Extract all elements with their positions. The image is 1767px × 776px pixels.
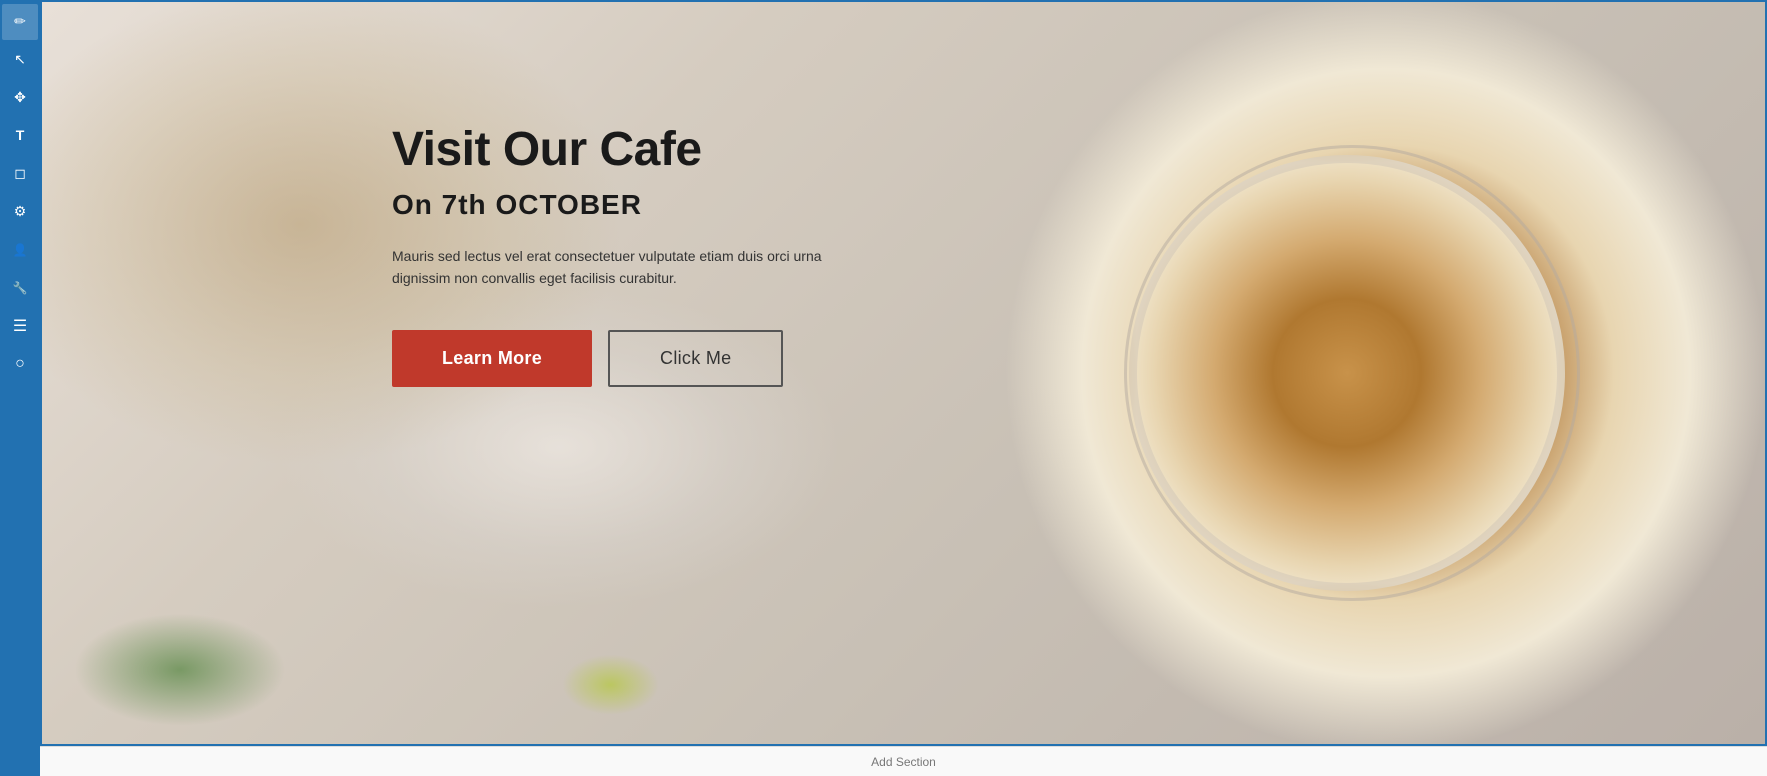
toolbar-item-user[interactable] [2,232,38,268]
hero-title: Visit Our Cafe [392,122,1765,177]
shape-icon [14,165,26,183]
hero-content: Visit Our Cafe On 7th OCTOBER Mauris sed… [42,2,1765,387]
toolbar-item-settings[interactable] [2,194,38,230]
main-content: Visit Our Cafe On 7th OCTOBER Mauris sed… [40,0,1767,776]
bottom-bar: Add Section [40,746,1767,776]
hero-buttons: Learn More Click Me [392,330,1765,387]
toolbar-item-text[interactable] [2,118,38,154]
bottom-bar-text: Add Section [871,755,936,769]
click-me-button[interactable]: Click Me [608,330,783,387]
list-icon [13,316,27,336]
toolbar-item-move[interactable] [2,80,38,116]
toolbar-item-pencil[interactable] [2,4,38,40]
circle-icon [15,355,25,373]
toolbar-item-shape[interactable] [2,156,38,192]
user-icon [13,241,28,259]
move-icon [14,89,26,107]
settings-icon [14,203,27,221]
hero-subtitle: On 7th OCTOBER [392,189,1765,221]
text-icon [16,127,25,145]
toolbar-item-circle[interactable] [2,346,38,382]
hero-description: Mauris sed lectus vel erat consectetuer … [392,245,872,290]
toolbar-item-list[interactable] [2,308,38,344]
pencil-icon [14,13,26,31]
toolbar-item-arrow[interactable] [2,42,38,78]
toolbar-item-tools[interactable] [2,270,38,306]
tools-icon [13,279,28,297]
page-wrapper: Visit Our Cafe On 7th OCTOBER Mauris sed… [0,0,1767,776]
left-toolbar [0,0,40,776]
hero-section: Visit Our Cafe On 7th OCTOBER Mauris sed… [40,0,1767,746]
arrow-icon [14,51,26,69]
learn-more-button[interactable]: Learn More [392,330,592,387]
